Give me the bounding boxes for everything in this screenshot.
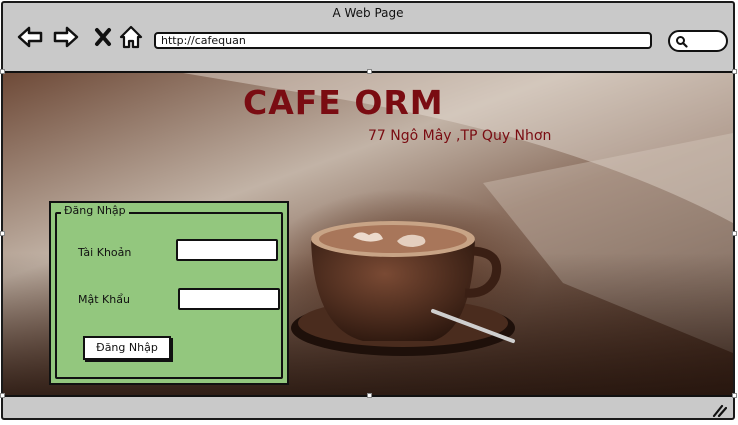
status-bar — [3, 399, 733, 418]
selection-handle — [0, 69, 5, 74]
window-title: A Web Page — [332, 6, 404, 20]
username-input[interactable] — [176, 239, 278, 261]
page-viewport: CAFE ORM 77 Ngô Mây ,TP Quy Nhơn Đăng Nh… — [3, 71, 733, 397]
selection-handle — [732, 69, 737, 74]
back-icon[interactable] — [16, 23, 44, 51]
resize-grip-icon[interactable] — [711, 403, 727, 417]
cafe-address: 77 Ngô Mây ,TP Quy Nhơn — [368, 128, 552, 144]
selection-handle — [367, 69, 372, 74]
forward-icon[interactable] — [52, 23, 80, 51]
browser-window: A Web Page http://cafequan CAFE ORM 77 N… — [1, 1, 735, 420]
search-icon — [676, 36, 688, 48]
password-label: Mật Khẩu — [78, 293, 130, 306]
home-icon[interactable] — [117, 23, 145, 51]
username-label: Tài Khoản — [78, 246, 132, 259]
selection-handle — [732, 231, 737, 236]
cafe-brand-title: CAFE ORM — [243, 83, 444, 122]
login-button[interactable]: Đăng Nhập — [83, 336, 171, 360]
login-legend: Đăng Nhập — [61, 204, 129, 217]
login-panel: Đăng Nhập Tài Khoản Mật Khẩu Đăng Nhập — [49, 201, 289, 385]
selection-handle — [732, 393, 737, 398]
selection-handle — [0, 393, 5, 398]
address-bar[interactable]: http://cafequan — [154, 32, 652, 49]
close-icon[interactable] — [89, 23, 117, 51]
search-box[interactable] — [668, 30, 728, 52]
selection-handle — [0, 231, 5, 236]
selection-handle — [367, 393, 372, 398]
password-input[interactable] — [178, 288, 280, 310]
